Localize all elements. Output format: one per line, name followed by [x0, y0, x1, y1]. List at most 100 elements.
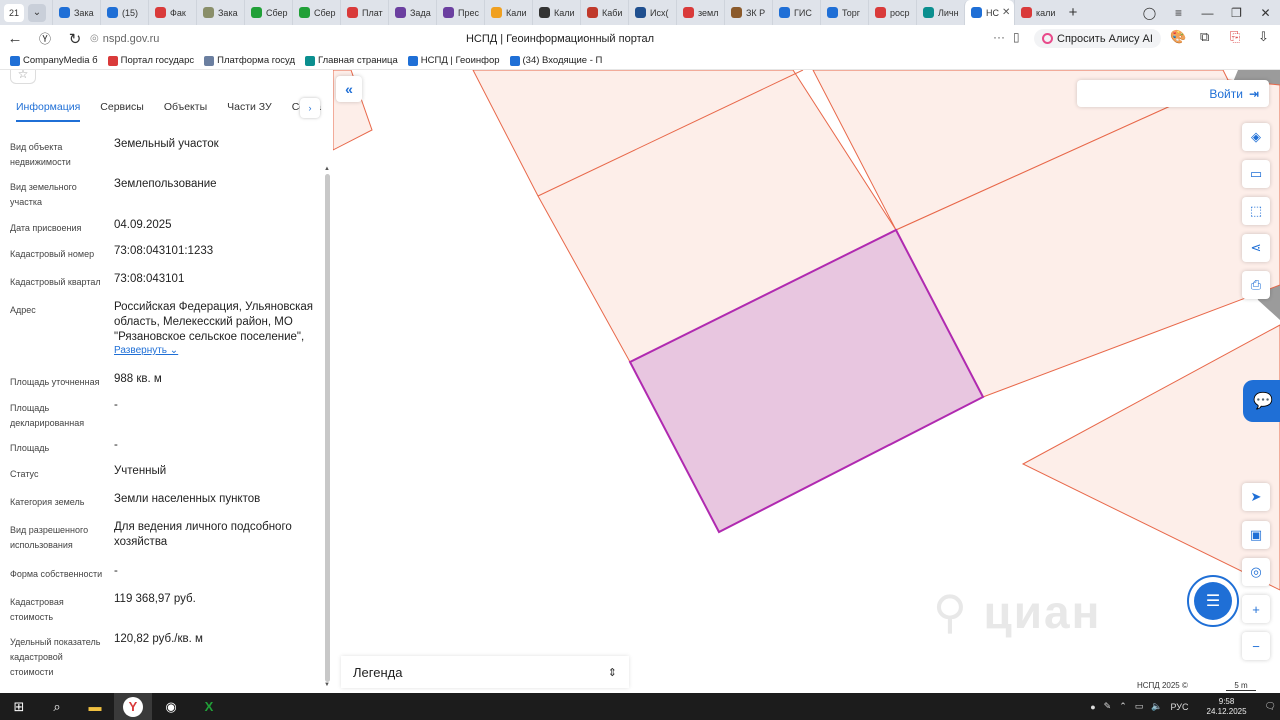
- yandex-browser-icon[interactable]: Y: [114, 693, 152, 720]
- print-button[interactable]: ⎙: [1242, 271, 1270, 299]
- tabs-dropdown-button[interactable]: ⌄: [28, 3, 46, 22]
- tab-label: Сбер: [266, 7, 288, 18]
- panel-tab[interactable]: Сервисы: [100, 94, 144, 122]
- bookmark-item[interactable]: CompanyMedia б: [10, 55, 98, 66]
- browser-tab[interactable]: земл: [676, 0, 724, 25]
- browser-tab[interactable]: кали: [1014, 0, 1062, 25]
- tray-pen-icon[interactable]: ✎: [1104, 701, 1112, 712]
- sort-icon[interactable]: ⇕: [608, 666, 617, 679]
- map-canvas[interactable]: ⚲ циан « Войти ⇥ ◈ ▭ ⬚ ⋖ ⎙ 💬 ➤ ▣ ◎ ☰ + − …: [333, 70, 1280, 693]
- close-tab-icon[interactable]: ✕: [1002, 7, 1010, 18]
- bookmark-item[interactable]: (34) Входящие - П: [509, 55, 602, 66]
- field-label: Площадь декларированная: [10, 403, 85, 428]
- browser-tab[interactable]: Сбер: [244, 0, 292, 25]
- downloads-icon[interactable]: ⇩: [1258, 29, 1269, 45]
- panel-scrollbar[interactable]: [325, 174, 330, 682]
- browser-tab[interactable]: Сбер: [292, 0, 340, 25]
- chat-button[interactable]: ☰: [1187, 575, 1239, 627]
- browser-tab[interactable]: Каби: [580, 0, 628, 25]
- start-button[interactable]: ⊞: [0, 693, 38, 720]
- tabs-next-button[interactable]: ›: [300, 98, 320, 118]
- browser-tab[interactable]: Личн: [916, 0, 964, 25]
- ask-alice-button[interactable]: Спросить Алису AI: [1034, 29, 1161, 48]
- bookmark-item[interactable]: НСПД | Геоинфор: [407, 55, 500, 66]
- field-label: Площадь уточненная: [10, 377, 100, 387]
- language-indicator[interactable]: РУС: [1170, 702, 1188, 712]
- window-controls: ◯ ≡ — ❐ ✕: [1135, 6, 1280, 20]
- panel-tab[interactable]: Объекты: [164, 94, 207, 122]
- bookmark-item[interactable]: Главная страница: [305, 55, 398, 66]
- tray-expand-icon[interactable]: ⌃: [1119, 701, 1127, 712]
- support-chat-tab[interactable]: 💬: [1243, 380, 1280, 422]
- profile-icon[interactable]: ◯: [1135, 6, 1164, 20]
- menu-icon[interactable]: ≡: [1164, 6, 1193, 20]
- browser-tab[interactable]: Плат: [340, 0, 388, 25]
- tab-label: Сбер: [314, 7, 336, 18]
- browser-tab[interactable]: ГИС: [772, 0, 820, 25]
- scroll-down-icon[interactable]: ▼: [324, 682, 330, 688]
- file-explorer-icon[interactable]: ▬: [76, 693, 114, 720]
- browser-tab[interactable]: Фак: [148, 0, 196, 25]
- zoom-out-button[interactable]: −: [1242, 632, 1270, 660]
- minimize-button[interactable]: —: [1193, 6, 1222, 20]
- tab-counter[interactable]: 21: [4, 3, 24, 22]
- cadastral-map[interactable]: [333, 70, 1280, 693]
- tab-favicon-icon: [491, 7, 502, 18]
- tab-label: Зада: [410, 7, 431, 18]
- close-window-button[interactable]: ✕: [1251, 6, 1280, 20]
- favorite-star-icon[interactable]: ☆: [10, 70, 36, 84]
- collections-icon[interactable]: ⧉: [1200, 29, 1209, 45]
- tray-app-icon[interactable]: ●: [1090, 702, 1095, 712]
- browser-tab[interactable]: Кали: [484, 0, 532, 25]
- restore-button[interactable]: ❐: [1222, 6, 1251, 20]
- collapse-panel-button[interactable]: «: [336, 76, 362, 102]
- pdf-icon[interactable]: ⎘: [1230, 29, 1240, 45]
- login-button[interactable]: Войти ⇥: [1077, 80, 1269, 107]
- new-tab-button[interactable]: +: [1062, 4, 1084, 21]
- browser-tab[interactable]: Исх(: [628, 0, 676, 25]
- more-icon[interactable]: ···: [993, 30, 1005, 44]
- share-button[interactable]: ⋖: [1242, 234, 1270, 262]
- geolocation-button[interactable]: ➤: [1242, 483, 1270, 511]
- browser-tab[interactable]: роср: [868, 0, 916, 25]
- tab-label: земл: [698, 7, 719, 18]
- ruler-button[interactable]: ▭: [1242, 160, 1270, 188]
- field-value: Земли населенных пунктов: [114, 493, 261, 505]
- area-select-button[interactable]: ⬚: [1242, 197, 1270, 225]
- chat-icon: ☰: [1194, 582, 1232, 620]
- bookmark-item[interactable]: Портал государс: [107, 55, 194, 66]
- minimap-button[interactable]: ▣: [1242, 521, 1270, 549]
- volume-icon[interactable]: 🔈: [1151, 701, 1162, 712]
- browser-tab[interactable]: НС ✕: [964, 0, 1014, 25]
- browser-tab[interactable]: ЗК Р: [724, 0, 772, 25]
- search-icon[interactable]: ⌕: [38, 693, 76, 720]
- excel-icon[interactable]: X: [190, 693, 228, 720]
- panel-tabs: ИнформацияСервисыОбъектыЧасти ЗУСоста: [0, 94, 322, 124]
- chrome-icon[interactable]: ◉: [152, 693, 190, 720]
- zoom-in-button[interactable]: +: [1242, 595, 1270, 623]
- browser-tab[interactable]: Зака: [196, 0, 244, 25]
- browser-tab[interactable]: Прес: [436, 0, 484, 25]
- layers-button[interactable]: ◈: [1242, 123, 1270, 151]
- panel-tab[interactable]: Части ЗУ: [227, 94, 272, 122]
- bookmark-item[interactable]: Платформа госуд: [204, 55, 295, 66]
- browser-tab[interactable]: Зада: [388, 0, 436, 25]
- scroll-up-icon[interactable]: ▲: [324, 166, 330, 172]
- field-label: Вид земельного участка: [10, 182, 77, 207]
- panel-tab[interactable]: Информация: [16, 94, 81, 122]
- expand-address-link[interactable]: Развернуть ⌄: [114, 345, 178, 356]
- browser-tab[interactable]: (15): [100, 0, 148, 25]
- bookmark-label: CompanyMedia б: [23, 55, 98, 66]
- browser-tab[interactable]: Торг: [820, 0, 868, 25]
- browser-tab[interactable]: Зака: [52, 0, 100, 25]
- bookmark-icon[interactable]: ▯: [1013, 30, 1020, 44]
- location-pin-button[interactable]: ◎: [1242, 558, 1270, 586]
- network-icon[interactable]: ▭: [1135, 701, 1144, 712]
- login-label: Войти: [1209, 86, 1243, 101]
- clock[interactable]: 9:58 24.12.2025: [1203, 697, 1251, 717]
- extension-icon[interactable]: 🎨: [1170, 29, 1186, 45]
- notifications-icon[interactable]: 🗨: [1265, 701, 1276, 712]
- browser-tab[interactable]: Кали: [532, 0, 580, 25]
- browser-tab-bar: 21 ⌄ Зака (15) Фак Зака Сбер Сбер Плат Зада Прес…: [0, 0, 1280, 25]
- legend-panel[interactable]: Легенда ⇕: [341, 656, 629, 688]
